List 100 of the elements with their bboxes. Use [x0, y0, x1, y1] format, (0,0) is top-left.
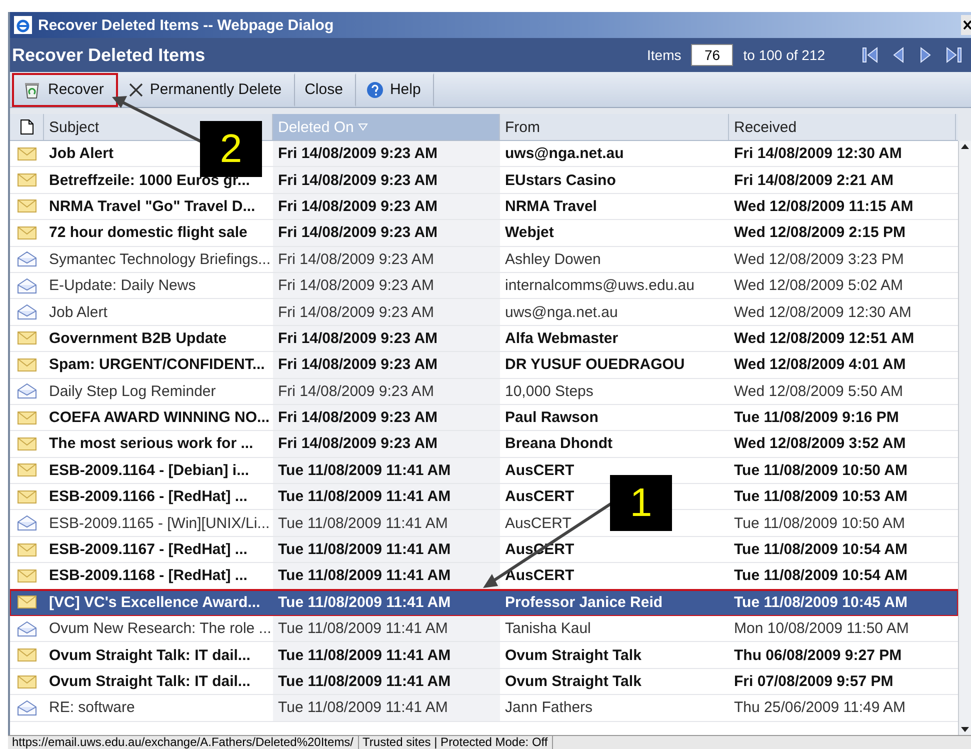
table-cell: ESB-2009.1166 - [RedHat] ...: [49, 488, 248, 506]
envelope-icon: [17, 146, 37, 161]
table-cell: Ovum Straight Talk: [505, 673, 642, 690]
table-cell: AusCERT: [505, 567, 574, 584]
message-row[interactable]: Betreffzeile: 1000 Euros gr... Fri 14/08/2009 9:23 AM EUstars Casino Fri 14/08/2009 2:21 AM: [10, 167, 958, 194]
table-cell: Professor Janice Reid: [505, 594, 663, 611]
opened-envelope-icon: [17, 515, 37, 532]
envelope-icon: [17, 436, 37, 451]
envelope-icon: [17, 226, 37, 240]
message-row[interactable]: Ovum New Research: The role ... Tue 11/08/2009 11:41 AM Tanisha Kaul Mon 10/08/2009 11:50 AM: [10, 616, 958, 642]
browser-icon: [14, 16, 32, 34]
table-cell: Alfa Webmaster: [505, 330, 618, 347]
table-cell: internalcomms@uws.edu.au: [505, 277, 694, 294]
table-cell: Tue 11/08/2009 11:41 AM: [278, 673, 451, 690]
message-row[interactable]: NRMA Travel "Go" Travel D... Fri 14/08/2009 9:23 AM NRMA Travel Wed 12/08/2009 11:15 AM: [10, 194, 958, 220]
message-row[interactable]: Job Alert Fri 14/08/2009 9:23 AM uws@nga.net.au Wed 12/08/2009 12:30 AM: [10, 299, 958, 326]
help-icon: [366, 80, 384, 98]
table-cell: The most serious work for ...: [49, 435, 254, 452]
table-cell: Tue 11/08/2009 10:50 AM: [734, 462, 908, 479]
table-cell: Webjet: [505, 224, 554, 242]
message-row[interactable]: Symantec Technology Briefings... Fri 14/08/2009 9:23 AM Ashley Dowen Wed 12/08/2009 3:23 PM: [10, 246, 958, 273]
table-cell: Job Alert: [49, 145, 114, 162]
table-cell: Thu 25/06/2009 11:49 AM: [734, 699, 906, 716]
message-row[interactable]: Ovum Straight Talk: IT dail... Tue 11/08/2009 11:41 AM Ovum Straight Talk Fri 07/08/2009 9:57 PM: [10, 668, 958, 696]
table-cell: Tue 11/08/2009 10:54 AM: [734, 541, 908, 558]
close-icon[interactable]: [961, 15, 971, 35]
table-cell: ESB-2009.1168 - [RedHat] ...: [49, 567, 248, 584]
table-cell: NRMA Travel "Go" Travel D...: [49, 198, 256, 215]
table-cell: Tue 11/08/2009 10:54 AM: [734, 567, 908, 584]
table-cell: Paul Rawson: [505, 409, 598, 426]
opened-envelope-icon: [17, 304, 37, 320]
table-cell: AusCERT: [505, 514, 572, 532]
table-cell: ESB-2009.1167 - [RedHat] ...: [49, 541, 248, 558]
message-row[interactable]: COEFA AWARD WINNING NO... Fri 14/08/2009 9:23 AM Paul Rawson Tue 11/08/2009 9:16 PM: [10, 404, 958, 432]
message-row[interactable]: Ovum Straight Talk: IT dail... Tue 11/08/2009 11:41 AM Ovum Straight Talk Thu 06/08/2009 9:27 PM: [10, 642, 958, 669]
table-cell: ESB-2009.1164 - [Debian] i...: [49, 462, 250, 479]
table-cell: Tue 11/08/2009 10:50 AM: [734, 514, 905, 532]
sort-icon: [358, 123, 368, 131]
close-icon: [128, 82, 144, 98]
opened-envelope-icon: [17, 383, 37, 400]
message-row[interactable]: [VC] VC's Excellence Award... Tue 11/08/2009 11:41 AM Professor Janice Reid Tue 11/08/2009 10:45 AM: [10, 590, 958, 616]
table-cell: Fri 14/08/2009 9:23 AM: [278, 277, 434, 294]
table-cell: Ovum Straight Talk: [505, 646, 642, 664]
scrollbar[interactable]: [958, 141, 971, 735]
table-cell: 10,000 Steps: [505, 382, 594, 400]
table-cell: Wed 12/08/2009 3:52 AM: [734, 435, 906, 452]
message-row[interactable]: ESB-2009.1168 - [RedHat] ... Tue 11/08/2009 11:41 AM AusCERT Tue 11/08/2009 10:54 AM: [10, 563, 958, 590]
callout-number: 2: [200, 121, 262, 177]
table-cell: Wed 12/08/2009 2:15 PM: [734, 224, 906, 242]
table-cell: AusCERT: [505, 462, 574, 479]
table-cell: Tue 11/08/2009 11:41 AM: [278, 646, 451, 664]
table-cell: Fri 14/08/2009 12:30 AM: [734, 145, 902, 162]
table-cell: COEFA AWARD WINNING NO...: [49, 409, 270, 426]
table-cell: Fri 14/08/2009 9:23 AM: [278, 250, 434, 268]
envelope-icon: [17, 331, 37, 346]
message-row[interactable]: Daily Step Log Reminder Fri 14/08/2009 9:23 AM 10,000 Steps Wed 12/08/2009 5:50 AM: [10, 378, 958, 405]
table-cell: DR YUSUF OUEDRAGOU: [505, 356, 685, 374]
table-cell: ESB-2009.1165 - [Win][UNIX/Li...: [49, 514, 270, 532]
table-cell: Tue 11/08/2009 11:41 AM: [278, 514, 448, 532]
envelope-icon: [17, 463, 37, 478]
table-cell: Wed 12/08/2009 5:02 AM: [734, 277, 904, 294]
help-button[interactable]: Help: [356, 72, 434, 106]
message-row[interactable]: Spam: URGENT/CONFIDENT... Fri 14/08/2009 9:23 AM DR YUSUF OUEDRAGOU Wed 12/08/2009 4:01 AM: [10, 352, 958, 379]
table-cell: RE: software: [49, 699, 135, 716]
table-cell: Tue 11/08/2009 11:41 AM: [278, 462, 451, 479]
table-cell: NRMA Travel: [505, 198, 597, 215]
message-row[interactable]: Government B2B Update Fri 14/08/2009 9:23 AM Alfa Webmaster Wed 12/08/2009 12:51 AM: [10, 326, 958, 352]
message-row[interactable]: RE: software Tue 11/08/2009 11:41 AM Jann Fathers Thu 25/06/2009 11:49 AM: [10, 695, 958, 722]
table-cell: uws@nga.net.au: [505, 145, 624, 162]
opened-envelope-icon: [17, 251, 37, 268]
message-row[interactable]: ESB-2009.1164 - [Debian] i... Tue 11/08/2009 11:41 AM AusCERT Tue 11/08/2009 10:50 AM: [10, 458, 958, 484]
table-cell: Job Alert: [49, 304, 108, 321]
envelope-icon: [17, 542, 37, 557]
table-cell: Mon 10/08/2009 11:50 AM: [734, 620, 909, 638]
table-cell: Ovum Straight Talk: IT dail...: [49, 673, 250, 690]
recover-button[interactable]: Recover: [12, 72, 118, 106]
message-row[interactable]: 72 hour domestic flight sale Fri 14/08/2009 9:23 AM Webjet Wed 12/08/2009 2:15 PM: [10, 220, 958, 247]
security-zone: Trusted sites | Protected Mode: Off: [358, 736, 553, 749]
envelope-icon: [17, 173, 37, 188]
page-field[interactable]: 76: [691, 44, 734, 66]
table-cell: Government B2B Update: [49, 330, 227, 347]
table-cell: [VC] VC's Excellence Award...: [49, 594, 260, 611]
table-cell: Spam: URGENT/CONFIDENT...: [49, 356, 265, 374]
table-cell: Tanisha Kaul: [505, 620, 591, 638]
window-title: Recover Deleted Items -- Webpage Dialog: [38, 16, 335, 34]
opened-envelope-icon: [17, 620, 37, 637]
close-button[interactable]: Close: [294, 72, 356, 106]
envelope-icon: [17, 648, 37, 662]
table-cell: Fri 14/08/2009 9:23 AM: [278, 435, 438, 452]
table-cell: Fri 14/08/2009 9:23 AM: [278, 172, 438, 189]
message-row[interactable]: E-Update: Daily News Fri 14/08/2009 9:23 AM internalcomms@uws.edu.au Wed 12/08/2009 5:02 AM: [10, 272, 958, 300]
table-cell: Fri 14/08/2009 9:23 AM: [278, 382, 434, 400]
table-cell: Ovum New Research: The role ...: [49, 620, 272, 638]
first-page-icon[interactable]: [861, 46, 879, 64]
table-cell: Wed 12/08/2009 12:30 AM: [734, 304, 912, 321]
table-cell: Daily Step Log Reminder: [49, 382, 216, 400]
message-row[interactable]: The most serious work for ... Fri 14/08/2009 9:23 AM Breana Dhondt Wed 12/08/2009 3:52 AM: [10, 431, 958, 458]
table-cell: Fri 14/08/2009 9:23 AM: [278, 304, 434, 321]
opened-envelope-icon: [17, 700, 37, 716]
last-page-icon[interactable]: [945, 46, 963, 64]
